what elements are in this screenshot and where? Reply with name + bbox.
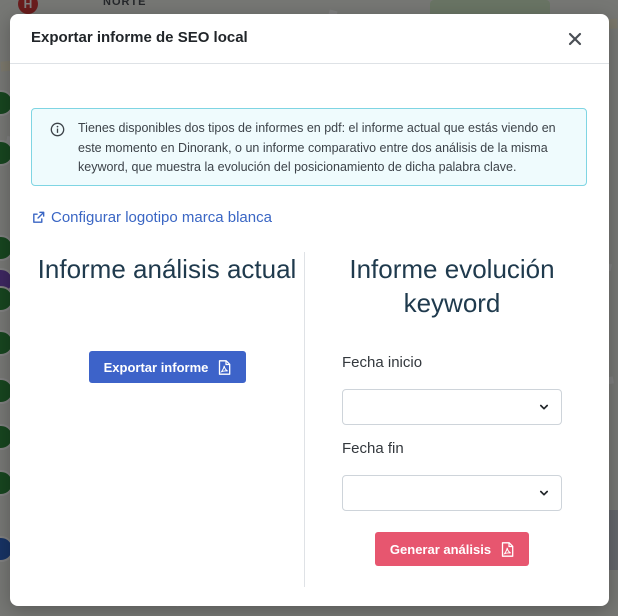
export-button-label: Exportar informe [103,359,209,375]
keyword-evolution-title: Informe evolución keyword [349,254,555,318]
external-link-icon [33,211,45,223]
modal-title: Exportar informe de SEO local [31,29,248,46]
start-date-select[interactable] [342,389,562,425]
pdf-file-icon [219,359,231,375]
configure-white-label-logo-link[interactable]: Configurar logotipo marca blanca [31,209,272,226]
generate-analysis-button[interactable]: Generar análisis [375,532,529,566]
start-date-label: Fecha inicio [342,354,423,371]
chevron-down-icon [539,490,549,496]
close-button[interactable] [563,27,587,51]
close-icon [568,32,582,46]
generate-button-label: Generar análisis [389,541,492,557]
chevron-down-icon [539,404,549,410]
export-modal: Exportar informe de SEO local Tienes dis… [10,14,609,606]
config-link-label: Configurar logotipo marca blanca [51,209,272,226]
modal-header: Exportar informe de SEO local [10,14,609,64]
end-date-label: Fecha fin [342,440,404,457]
export-report-button[interactable]: Exportar informe [89,351,246,383]
info-alert: Tienes disponibles dos tipos de informes… [31,108,587,186]
info-text: Tienes disponibles dos tipos de informes… [78,121,556,174]
pdf-file-icon [501,541,514,557]
end-date-select[interactable] [342,475,562,511]
column-divider [304,252,305,587]
info-icon [50,122,65,137]
current-report-title: Informe análisis actual [37,254,297,284]
